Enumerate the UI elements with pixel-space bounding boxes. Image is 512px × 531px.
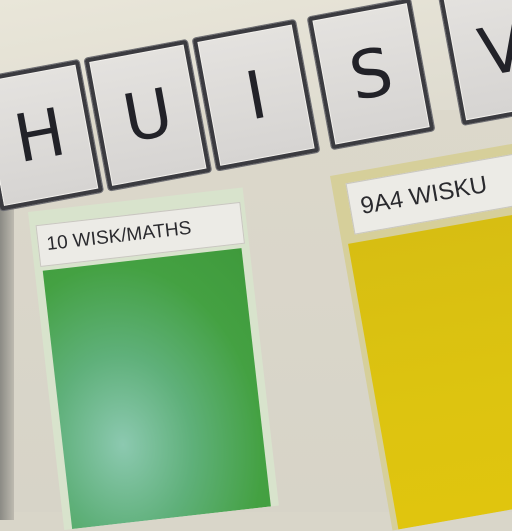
poster-yellow-fill	[348, 204, 512, 530]
letter-tile: S	[307, 0, 435, 150]
photo-scene: 10 WISK/MATHS 9A4 WISKU H U I S V	[0, 0, 512, 531]
poster-green: 10 WISK/MATHS	[28, 187, 279, 530]
letter-tile: H	[0, 59, 104, 211]
poster-green-fill	[42, 248, 271, 530]
poster-yellow: 9A4 WISKU	[330, 136, 512, 531]
letter-tile: U	[84, 39, 212, 191]
letter-tile: I	[192, 19, 320, 171]
letter-tile: V	[438, 0, 512, 125]
